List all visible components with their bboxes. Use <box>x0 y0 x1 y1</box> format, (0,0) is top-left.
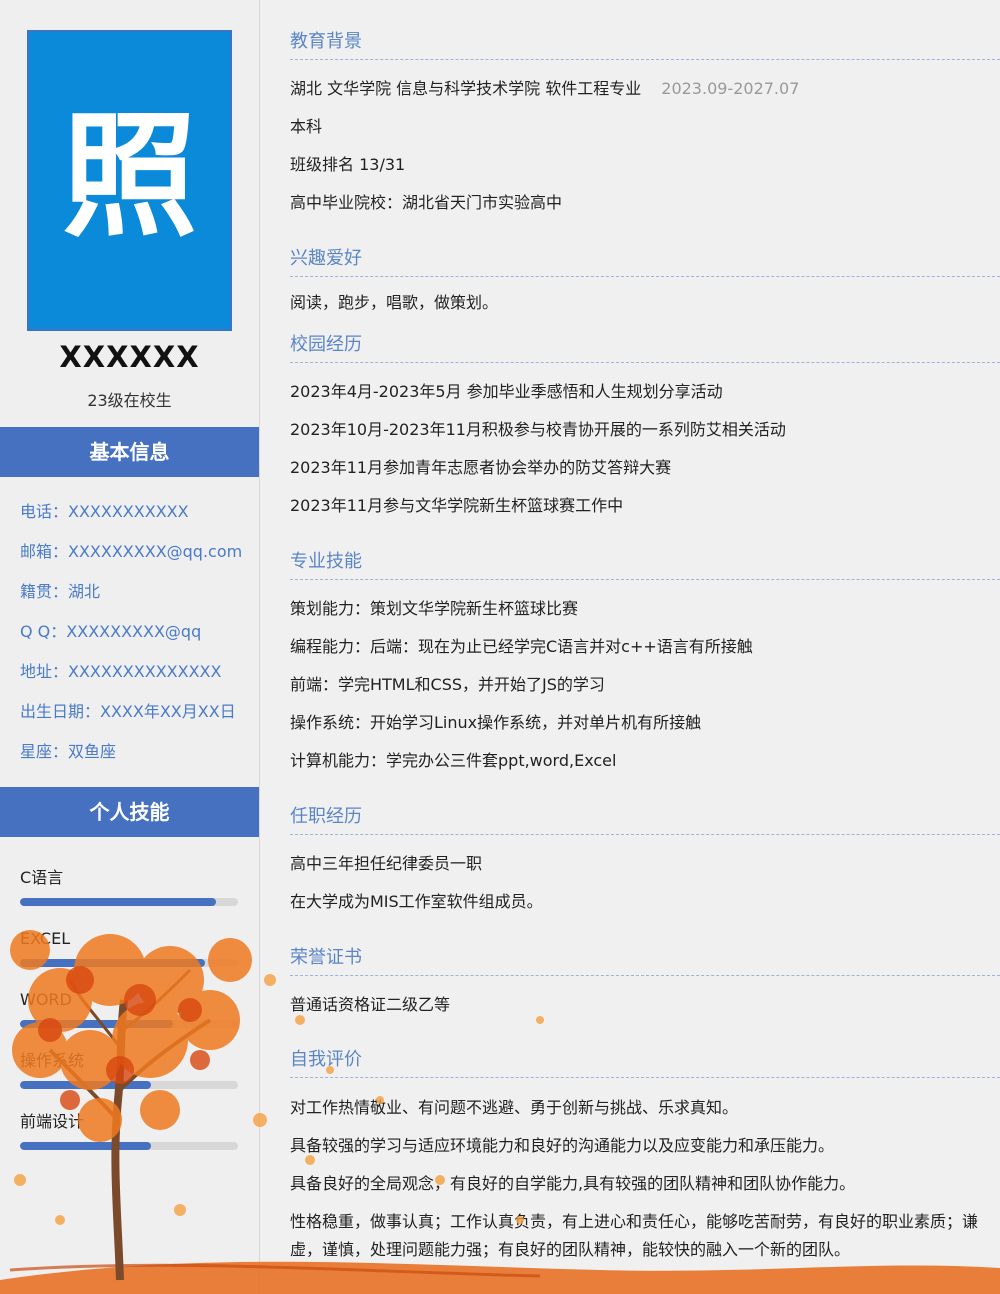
work-item: 高中三年担任纪律委员一职 <box>290 854 483 873</box>
skill-item: WORD <box>20 988 240 1049</box>
info-birthday: 出生日期：XXXX年XX月XX日 <box>20 702 236 721</box>
skill-fill <box>20 1142 151 1150</box>
skill-label: C语言 <box>20 868 64 887</box>
education-rank: 班级排名 13/31 <box>290 155 406 174</box>
campus-item: 2023年11月参加青年志愿者协会举办的防艾答辩大赛 <box>290 458 672 477</box>
education-period: 2023.09-2027.07 <box>661 79 800 98</box>
pro-skill-item: 计算机能力：学完办公三件套ppt,word,Excel <box>290 751 617 770</box>
campus-item: 2023年10月-2023年11月积极参与校青协开展的一系列防艾相关活动 <box>290 420 786 439</box>
self-eval-item: 具备较强的学习与适应环境能力和良好的沟通能力以及应变能力和承压能力。 <box>290 1136 835 1155</box>
honors-title: 荣誉证书 <box>290 946 1000 976</box>
education-title: 教育背景 <box>290 30 1000 60</box>
info-email: 邮箱：XXXXXXXXX@qq.com <box>20 542 243 561</box>
info-constellation: 星座：双鱼座 <box>20 742 117 761</box>
hobbies-title: 兴趣爱好 <box>290 247 1000 277</box>
skill-fill <box>20 1020 173 1028</box>
skill-label: WORD <box>20 990 72 1009</box>
pro-skills-title: 专业技能 <box>290 550 1000 580</box>
basic-info-header: 基本信息 <box>0 427 259 477</box>
candidate-grade: 23级在校生 <box>87 391 172 410</box>
education-school: 湖北 文华学院 信息与科学技术学院 软件工程专业 <box>290 79 642 98</box>
honor-item: 普通话资格证二级乙等 <box>290 995 451 1014</box>
info-qq: Q Q：XXXXXXXXX@qq <box>20 622 202 641</box>
skill-list: C语言 EXCEL WORD 操作系统 前端设计 <box>20 866 240 1171</box>
info-hometown: 籍贯：湖北 <box>20 582 101 601</box>
skill-label: 前端设计 <box>20 1112 85 1131</box>
self-eval-item: 具备良好的全局观念，有良好的自学能力,具有较强的团队精神和团队协作能力。 <box>290 1174 856 1193</box>
education-degree: 本科 <box>290 117 323 136</box>
skill-fill <box>20 898 217 906</box>
skill-label: 操作系统 <box>20 1051 85 1070</box>
skill-fill <box>20 1081 151 1089</box>
hobbies-text: 阅读，跑步，唱歌，做策划。 <box>290 293 499 312</box>
campus-item: 2023年4月-2023年5月 参加毕业季感悟和人生规划分享活动 <box>290 382 723 401</box>
pro-skill-item: 策划能力：策划文华学院新生杯篮球比赛 <box>290 599 579 618</box>
pro-skill-item: 编程能力：后端：现在为止已经学完C语言并对c++语言有所接触 <box>290 637 753 656</box>
education-school-line: 湖北 文华学院 信息与科学技术学院 软件工程专业 2023.09-2027.07 <box>290 77 799 101</box>
skill-bar <box>20 959 238 967</box>
basic-info-list: 电话：XXXXXXXXXXX 邮箱：XXXXXXXXX@qq.com 籍贯：湖北… <box>20 500 255 780</box>
info-address: 地址：XXXXXXXXXXXXXX <box>20 662 222 681</box>
self-eval-item: 对工作热情敬业、有问题不逃避、勇于创新与挑战、乐求真知。 <box>290 1098 739 1117</box>
skill-item: C语言 <box>20 866 240 927</box>
skill-bar <box>20 1142 238 1150</box>
pro-skill-item: 操作系统：开始学习Linux操作系统，并对单片机有所接触 <box>290 713 702 732</box>
self-eval-item: 性格稳重，做事认真；工作认真负责，有上进心和责任心，能够吃苦耐劳，有良好的职业素… <box>290 1212 979 1259</box>
skill-bar <box>20 1081 238 1089</box>
skill-bar <box>20 1020 238 1028</box>
skill-item: 前端设计 <box>20 1110 240 1171</box>
self-eval-title: 自我评价 <box>290 1048 1000 1078</box>
skill-fill <box>20 959 206 967</box>
photo-char: 照 <box>62 98 197 255</box>
skill-item: EXCEL <box>20 927 240 988</box>
photo-placeholder: 照 <box>27 30 232 331</box>
skills-header: 个人技能 <box>0 787 259 837</box>
work-item: 在大学成为MIS工作室软件组成员。 <box>290 892 543 911</box>
candidate-name: XXXXXX <box>59 340 200 374</box>
campus-item: 2023年11月参与文华学院新生杯篮球赛工作中 <box>290 496 624 515</box>
work-title: 任职经历 <box>290 805 1000 835</box>
info-phone: 电话：XXXXXXXXXXX <box>20 502 189 521</box>
skill-bar <box>20 898 238 906</box>
skill-label: EXCEL <box>20 929 71 948</box>
campus-title: 校园经历 <box>290 333 1000 363</box>
pro-skill-item: 前端：学完HTML和CSS，并开始了JS的学习 <box>290 675 605 694</box>
education-high-school: 高中毕业院校：湖北省天门市实验高中 <box>290 193 563 212</box>
skill-item: 操作系统 <box>20 1049 240 1110</box>
sidebar: 照 XXXXXX 23级在校生 基本信息 电话：XXXXXXXXXXX 邮箱：X… <box>0 0 260 1294</box>
